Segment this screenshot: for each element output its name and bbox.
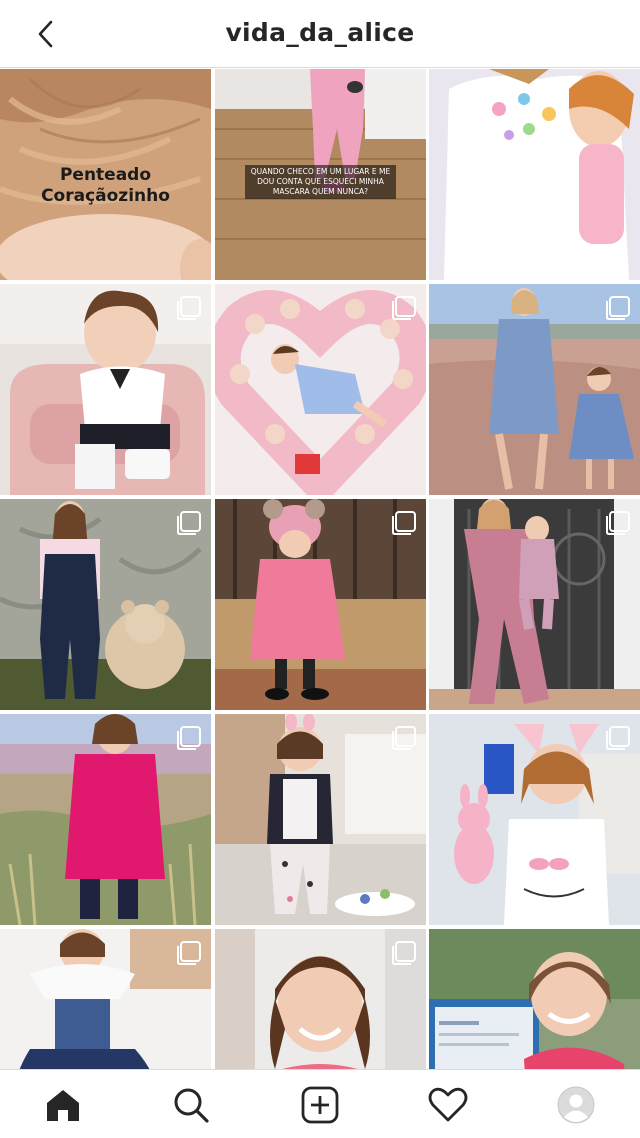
nav-profile[interactable] bbox=[553, 1082, 599, 1128]
nav-search[interactable] bbox=[168, 1082, 214, 1128]
caption-line: Coraçãozinho bbox=[41, 186, 170, 206]
post-grid: Penteado Coraçãozinho QUANDO CHECO EM UM … bbox=[0, 69, 640, 1138]
multiple-photos-icon bbox=[392, 941, 416, 965]
add-post-icon bbox=[301, 1086, 339, 1124]
post-thumbnail[interactable] bbox=[429, 499, 640, 710]
multiple-photos-icon bbox=[392, 511, 416, 535]
multiple-photos-icon bbox=[177, 511, 201, 535]
post-thumbnail[interactable] bbox=[215, 714, 426, 925]
search-icon bbox=[174, 1088, 209, 1123]
multiple-photos-icon bbox=[606, 296, 630, 320]
multiple-photos-icon bbox=[177, 296, 201, 320]
post-thumbnail[interactable] bbox=[429, 714, 640, 925]
post-thumbnail[interactable] bbox=[429, 69, 640, 280]
multiple-photos-icon bbox=[392, 296, 416, 320]
post-caption-overlay: Penteado Coraçãozinho bbox=[0, 165, 211, 207]
multiple-photos-icon bbox=[606, 511, 630, 535]
avatar-icon bbox=[557, 1086, 595, 1124]
story-text-overlay: QUANDO CHECO EM UM LUGAR E ME DOU CONTA … bbox=[245, 165, 396, 199]
post-thumbnail[interactable] bbox=[0, 714, 211, 925]
nav-new-post[interactable] bbox=[297, 1082, 343, 1128]
multiple-photos-icon bbox=[177, 941, 201, 965]
post-thumbnail[interactable]: Penteado Coraçãozinho bbox=[0, 69, 211, 280]
home-icon bbox=[47, 1090, 79, 1121]
multiple-photos-icon bbox=[606, 726, 630, 750]
post-thumbnail[interactable] bbox=[215, 499, 426, 710]
post-thumbnail[interactable] bbox=[215, 284, 426, 495]
post-image bbox=[429, 69, 640, 280]
multiple-photos-icon bbox=[392, 726, 416, 750]
nav-home[interactable] bbox=[40, 1082, 86, 1128]
post-thumbnail[interactable] bbox=[0, 499, 211, 710]
nav-activity[interactable] bbox=[425, 1082, 471, 1128]
post-thumbnail[interactable] bbox=[0, 284, 211, 495]
top-bar: vida_da_alice bbox=[0, 0, 640, 68]
bottom-navigation bbox=[0, 1069, 640, 1138]
profile-username: vida_da_alice bbox=[225, 18, 415, 47]
heart-icon bbox=[428, 1087, 468, 1122]
post-thumbnail[interactable] bbox=[429, 284, 640, 495]
post-thumbnail[interactable]: QUANDO CHECO EM UM LUGAR E ME DOU CONTA … bbox=[215, 69, 426, 280]
caption-line: Penteado bbox=[59, 165, 152, 185]
multiple-photos-icon bbox=[177, 726, 201, 750]
